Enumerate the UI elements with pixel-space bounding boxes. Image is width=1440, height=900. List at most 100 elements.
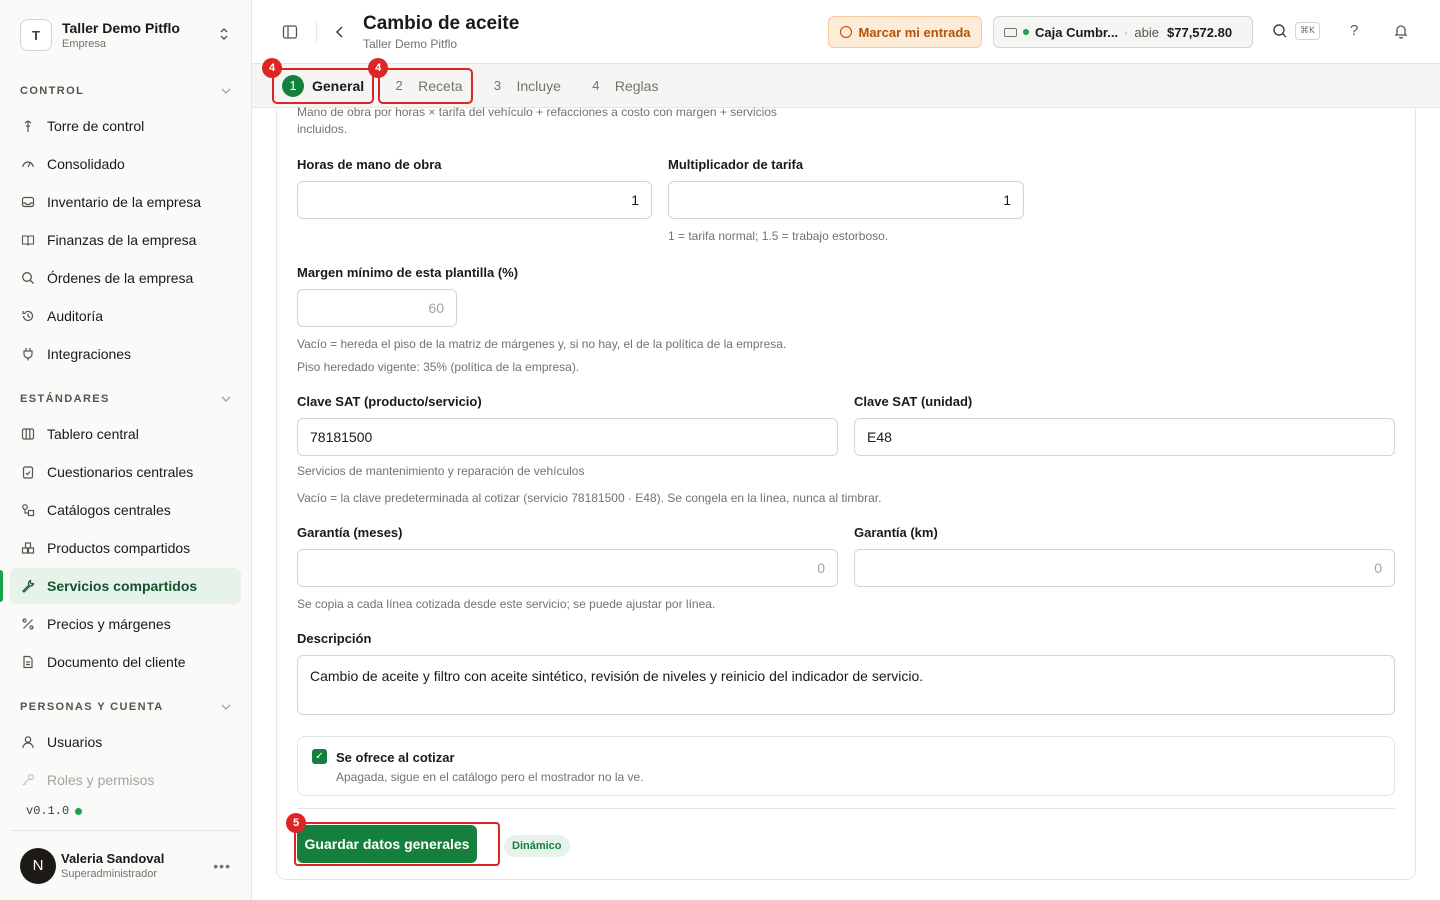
sidebar-toggle-icon[interactable]	[282, 24, 298, 40]
margin-label: Margen mínimo de esta plantilla (%)	[297, 265, 519, 280]
step-number: 1	[282, 74, 304, 97]
multiplier-input[interactable]: 1	[668, 181, 1024, 219]
cash-icon	[1004, 27, 1017, 37]
file-icon	[20, 654, 36, 670]
section-header-estandares[interactable]: ESTÁNDARES	[0, 384, 251, 414]
tab-reglas[interactable]: 4 Reglas	[577, 70, 667, 102]
columns-icon	[20, 426, 36, 442]
shortcut-hint: ⌘K	[1295, 22, 1320, 40]
sidebar-item-label: Inventario de la empresa	[47, 194, 202, 210]
sidebar-item-documento[interactable]: Documento del cliente	[10, 644, 241, 680]
sidebar-item-inventario[interactable]: Inventario de la empresa	[10, 184, 241, 220]
sidebar-item-ordenes[interactable]: Órdenes de la empresa	[10, 260, 241, 296]
section-title: PERSONAS Y CUENTA	[20, 701, 164, 713]
tab-label: General	[312, 77, 365, 94]
sidebar-item-label: Servicios compartidos	[47, 578, 198, 594]
sidebar-item-integraciones[interactable]: Integraciones	[10, 336, 241, 372]
separator: ·	[1124, 24, 1129, 40]
status-dot	[1023, 29, 1029, 35]
avatar: N	[20, 847, 56, 884]
section-header-control[interactable]: CONTROL	[0, 76, 251, 106]
user-menu[interactable]: N Valeria Sandoval Superadministrador ••…	[10, 830, 241, 900]
register-amount: $77,572.80	[1167, 24, 1233, 40]
tab-label: Reglas	[614, 77, 659, 94]
warranty-months-input[interactable]: 0	[297, 549, 838, 587]
margin-help: Vacío = hereda el piso de la matriz de m…	[297, 337, 787, 351]
sat-product-help: Servicios de mantenimiento y reparación …	[297, 464, 585, 478]
help-text: incluidos.	[297, 122, 348, 136]
cash-register-selector[interactable]: Caja Cumbr... · abie $77,572.80	[993, 16, 1253, 48]
tab-incluye[interactable]: 3 Incluye	[479, 70, 569, 102]
warranty-km-input[interactable]: 0	[854, 549, 1395, 587]
sidebar-item-consolidado[interactable]: Consolidado	[10, 146, 241, 182]
section-title: CONTROL	[20, 85, 85, 97]
sat-unit-label: Clave SAT (unidad)	[854, 394, 973, 409]
sidebar-item-label: Precios y márgenes	[47, 616, 171, 632]
sidebar-item-label: Productos compartidos	[47, 540, 191, 556]
description-textarea[interactable]: Cambio de aceite y filtro con aceite sin…	[297, 655, 1395, 715]
user-role: Superadministrador	[61, 868, 157, 880]
margin-input[interactable]: 60	[297, 289, 457, 327]
sidebar-item-label: Auditoría	[47, 308, 104, 324]
user-icon	[20, 734, 36, 750]
sidebar-item-label: Integraciones	[47, 346, 132, 362]
sidebar-item-finanzas[interactable]: Finanzas de la empresa	[10, 222, 241, 258]
sidebar-item-usuarios[interactable]: Usuarios	[10, 724, 241, 760]
history-icon	[20, 308, 36, 324]
sidebar-item-label: Órdenes de la empresa	[47, 270, 194, 286]
sidebar-item-roles[interactable]: Roles y permisos	[10, 762, 241, 798]
sidebar-item-precios[interactable]: Precios y márgenes	[10, 606, 241, 642]
more-icon[interactable]: •••	[213, 858, 231, 874]
sidebar-item-label: Finanzas de la empresa	[47, 232, 197, 248]
description-text: Cambio de aceite y filtro con aceite sin…	[310, 668, 924, 684]
back-arrow-icon[interactable]	[335, 25, 345, 39]
save-general-button[interactable]: Guardar datos generales	[297, 825, 477, 863]
annotation-badge: 4	[262, 57, 282, 78]
sidebar-item-label: Consolidado	[47, 156, 125, 172]
sidebar-item-torre[interactable]: Torre de control	[10, 108, 241, 144]
search-icon	[20, 270, 36, 286]
offered-toggle-card: ✓ Se ofrece al cotizar Apagada, sigue en…	[297, 736, 1395, 796]
divider	[297, 808, 1395, 809]
margin-inherited-help: Piso heredado vigente: 35% (política de …	[297, 360, 580, 374]
org-switcher[interactable]: T Taller Demo Pitflo Empresa	[0, 0, 251, 70]
tab-receta[interactable]: 2 Receta 4	[368, 57, 473, 104]
tower-icon	[20, 118, 36, 134]
sat-unit-input[interactable]: E48	[854, 418, 1395, 456]
clock-in-button[interactable]: Marcar mi entrada	[828, 16, 982, 48]
step-number: 4	[592, 78, 600, 93]
search-icon[interactable]	[1272, 23, 1288, 44]
org-name: Taller Demo Pitflo	[62, 20, 180, 36]
sidebar-item-label: Documento del cliente	[47, 654, 186, 670]
dynamic-badge: Dinámico	[504, 835, 570, 857]
chevron-down-icon	[221, 86, 231, 97]
offered-checkbox[interactable]: ✓	[312, 749, 327, 764]
chevron-updown-icon	[217, 27, 231, 44]
sidebar-item-servicios[interactable]: Servicios compartidos	[0, 568, 241, 604]
hours-label: Horas de mano de obra	[297, 157, 442, 172]
hours-input[interactable]: 1	[297, 181, 652, 219]
sidebar-item-catalogos[interactable]: Catálogos centrales	[10, 492, 241, 528]
sidebar-item-auditoria[interactable]: Auditoría	[10, 298, 241, 334]
sidebar-item-productos[interactable]: Productos compartidos	[10, 530, 241, 566]
org-type: Empresa	[62, 38, 107, 50]
multiplier-help: 1 = tarifa normal; 1.5 = trabajo estorbo…	[668, 229, 889, 243]
user-name: Valeria Sandoval	[61, 851, 165, 866]
sidebar-item-label: Usuarios	[47, 734, 103, 750]
section-header-personas[interactable]: PERSONAS Y CUENTA	[0, 692, 251, 722]
tab-general[interactable]: 1 General 4	[262, 57, 375, 104]
sidebar-item-tablero[interactable]: Tablero central	[10, 416, 241, 452]
pricing-help: Mano de obra por horas × tarifa del vehí…	[297, 104, 777, 138]
tab-label: Incluye	[516, 77, 561, 94]
sidebar-item-cuestionarios[interactable]: Cuestionarios centrales	[10, 454, 241, 490]
help-text: Mano de obra por horas × tarifa del vehí…	[297, 105, 777, 119]
bell-icon[interactable]	[1393, 23, 1409, 44]
version-indicator: v0.1.0	[26, 804, 83, 818]
help-icon[interactable]: ?	[1350, 22, 1358, 39]
multiplier-label: Multiplicador de tarifa	[668, 157, 804, 172]
chevron-down-icon	[221, 394, 231, 405]
sat-product-input[interactable]: 78181500	[297, 418, 838, 456]
sidebar-item-label: Catálogos centrales	[47, 502, 171, 518]
section-title: ESTÁNDARES	[20, 393, 110, 405]
warranty-help: Se copia a cada línea cotizada desde est…	[297, 597, 716, 611]
